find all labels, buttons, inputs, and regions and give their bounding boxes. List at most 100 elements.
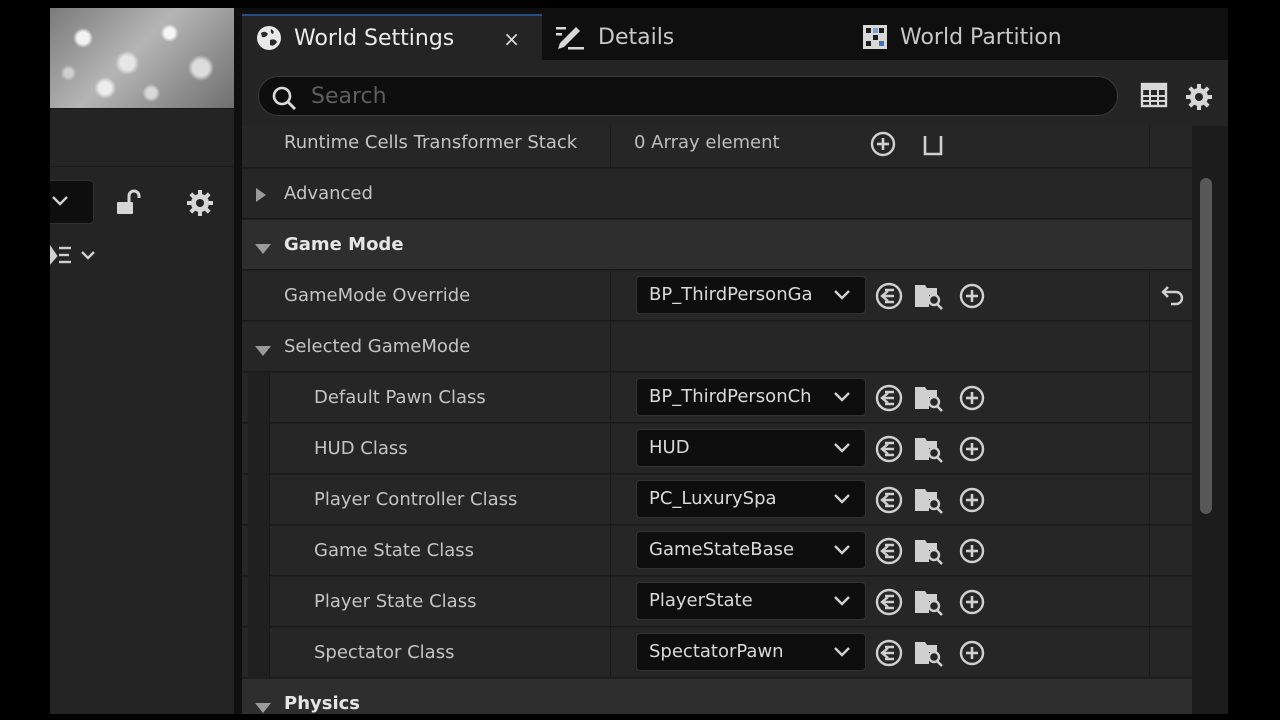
property-row-game-state: Game State Class GameStateBase [242, 526, 1192, 576]
lock-icon[interactable] [114, 188, 144, 222]
divider [1149, 577, 1150, 627]
property-row-player-controller: Player Controller Class PC_LuxurySpa [242, 475, 1192, 525]
add-icon[interactable] [955, 637, 989, 669]
divider [1149, 526, 1150, 576]
add-icon[interactable] [955, 484, 989, 516]
browse-folder-icon[interactable] [912, 280, 946, 312]
scrollbar-thumb[interactable] [1200, 178, 1212, 514]
browse-folder-icon[interactable] [912, 586, 946, 618]
use-selected-icon[interactable] [872, 535, 906, 567]
list-filter-icon[interactable] [50, 244, 102, 272]
game-state-dropdown[interactable]: GameStateBase [636, 531, 866, 569]
divider [1149, 424, 1150, 474]
divider [1149, 126, 1150, 168]
indent-guide [248, 526, 270, 576]
table-view-icon[interactable] [1140, 82, 1168, 112]
search-box[interactable] [258, 76, 1118, 116]
use-selected-icon[interactable] [872, 586, 906, 618]
gear-icon[interactable] [185, 188, 215, 222]
player-controller-dropdown[interactable]: PC_LuxurySpa [636, 480, 866, 518]
panel-splitter[interactable] [234, 8, 242, 714]
dropdown-value: BP_ThirdPersonGa [649, 284, 813, 305]
hud-class-dropdown[interactable]: HUD [636, 429, 866, 467]
indent-guide [248, 475, 270, 525]
property-label: Runtime Cells Transformer Stack [284, 132, 578, 153]
chevron-down-icon [834, 494, 850, 504]
use-selected-icon[interactable] [872, 382, 906, 414]
tab-label: Details [598, 24, 675, 50]
collapse-arrow-icon[interactable] [254, 342, 272, 361]
add-icon[interactable] [955, 535, 989, 567]
search-row [242, 60, 1228, 126]
viewport-thumbnail[interactable] [50, 8, 234, 108]
player-state-dropdown[interactable]: PlayerState [636, 582, 866, 620]
indent-guide [248, 577, 270, 627]
use-selected-icon[interactable] [872, 280, 906, 312]
property-row-player-state: Player State Class PlayerState [242, 577, 1192, 627]
gamemode-override-dropdown[interactable]: BP_ThirdPersonGa [636, 276, 866, 314]
browse-folder-icon[interactable] [912, 433, 946, 465]
tab-label: World Partition [900, 24, 1062, 50]
category-game-mode[interactable]: Game Mode [242, 220, 1192, 270]
spectator-class-dropdown[interactable]: SpectatorPawn [636, 633, 866, 671]
category-physics[interactable]: Physics [242, 679, 1192, 714]
divider [610, 526, 611, 576]
filter-dropdown[interactable] [50, 180, 94, 224]
category-label: Game Mode [284, 234, 404, 255]
collapse-arrow-icon[interactable] [254, 240, 272, 259]
globe-icon [256, 25, 282, 51]
chevron-down-icon [834, 545, 850, 555]
dropdown-value: SpectatorPawn [649, 641, 784, 662]
reset-to-default-icon[interactable] [1160, 283, 1186, 311]
use-selected-icon[interactable] [872, 484, 906, 516]
pencil-icon [554, 23, 586, 51]
dropdown-value: BP_ThirdPersonCh [649, 386, 812, 407]
left-panel [50, 8, 234, 714]
use-selected-icon[interactable] [872, 637, 906, 669]
tab-world-partition[interactable]: World Partition [862, 14, 1162, 60]
dropdown-value: HUD [649, 437, 690, 458]
add-icon[interactable] [955, 586, 989, 618]
divider [1149, 373, 1150, 423]
delete-icon[interactable] [916, 128, 950, 160]
divider [50, 166, 234, 167]
browse-folder-icon[interactable] [912, 382, 946, 414]
use-selected-icon[interactable] [872, 433, 906, 465]
grid-map-icon [862, 24, 888, 50]
property-row-hud: HUD Class HUD [242, 424, 1192, 474]
browse-folder-icon[interactable] [912, 484, 946, 516]
tab-bar: World Settings × Details World Partition [242, 8, 1228, 60]
property-row-gamemode-override: GameMode Override BP_ThirdPersonGa [242, 271, 1192, 321]
settings-gear-icon[interactable] [1184, 82, 1214, 116]
property-label: Player Controller Class [314, 489, 518, 510]
search-input[interactable] [311, 82, 1091, 110]
browse-folder-icon[interactable] [912, 535, 946, 567]
divider [610, 475, 611, 525]
editor-window: World Settings × Details World Partition [50, 8, 1228, 714]
expand-arrow-icon[interactable] [254, 187, 268, 207]
property-row-default-pawn: Default Pawn Class BP_ThirdPersonCh [242, 373, 1192, 423]
chevron-down-icon [834, 443, 850, 453]
divider [1149, 322, 1150, 372]
tab-world-settings[interactable]: World Settings × [242, 14, 542, 60]
property-label: HUD Class [314, 438, 408, 459]
add-icon[interactable] [955, 280, 989, 312]
tab-label: World Settings [294, 25, 455, 51]
section-selected-gamemode[interactable]: Selected GameMode [242, 322, 1192, 372]
tab-details[interactable]: Details [554, 14, 804, 60]
browse-folder-icon[interactable] [912, 637, 946, 669]
close-icon[interactable]: × [503, 27, 520, 51]
collapse-arrow-icon[interactable] [254, 699, 272, 714]
chevron-down-icon [834, 392, 850, 402]
divider [1149, 475, 1150, 525]
add-icon[interactable] [955, 433, 989, 465]
property-label: Default Pawn Class [314, 387, 486, 408]
section-advanced[interactable]: Advanced [242, 169, 1192, 219]
chevron-down-icon [834, 596, 850, 606]
indent-guide [248, 424, 270, 474]
add-element-icon[interactable] [866, 128, 900, 160]
add-icon[interactable] [955, 382, 989, 414]
divider [610, 322, 611, 372]
default-pawn-dropdown[interactable]: BP_ThirdPersonCh [636, 378, 866, 416]
dropdown-value: PlayerState [649, 590, 753, 611]
